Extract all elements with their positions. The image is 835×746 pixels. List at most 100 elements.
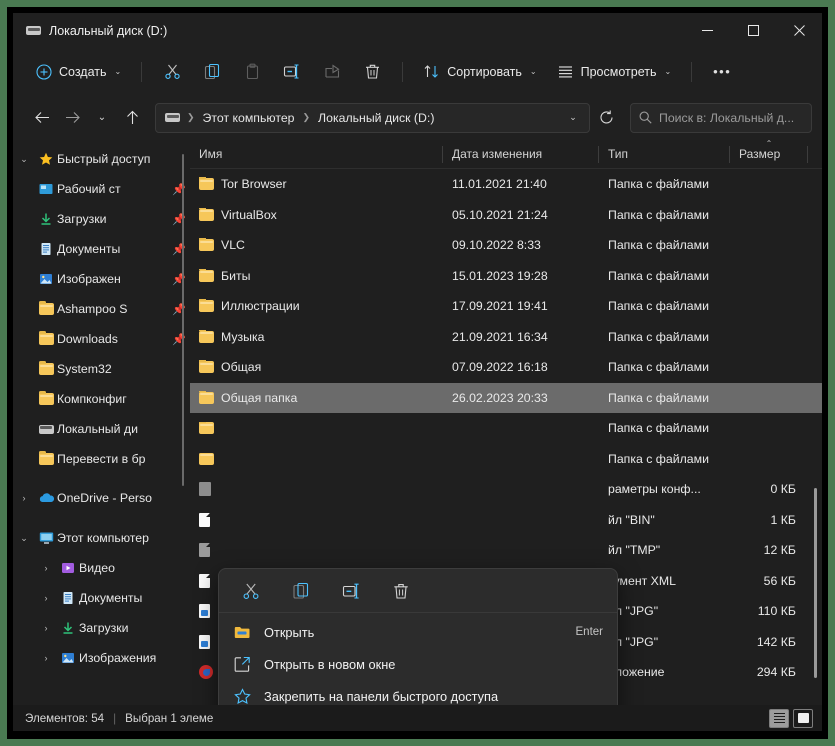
share-button[interactable] [313,56,351,88]
sidebar-item-video[interactable]: › Видео [13,553,190,583]
context-menu-item-open-new-window-label: Открыть в новом окне [264,656,396,672]
sidebar-item-downloads-pc[interactable]: › Загрузки [13,613,190,643]
more-button[interactable]: ••• [703,56,741,88]
folder-icon-kompkonfig [35,390,57,405]
table-row-selected[interactable]: Общая папка 26.02.2023 20:33 Папка с фай… [190,382,822,413]
column-header-size-label: Размер [739,147,781,161]
recent-locations-button[interactable]: ⌄ [87,103,117,133]
chevron-right-icon-onedrive[interactable]: › [13,493,35,503]
context-copy-button[interactable] [285,575,317,607]
forward-button[interactable] [57,103,87,133]
column-header-type[interactable]: Тип [599,140,730,169]
table-row[interactable]: Иллюстрации 17.09.2021 19:41 Папка с фай… [190,291,822,322]
breadcrumb-item-0[interactable]: Этот компьютер [200,109,298,127]
chevron-right-icon-pictures-pc[interactable]: › [35,653,57,663]
sidebar-scrollbar[interactable] [182,154,184,486]
sidebar-item-documents-pc-label: Документы [79,591,143,605]
view-button[interactable]: Просмотреть ⌄ [548,56,681,88]
copy-button[interactable] [193,56,231,88]
context-menu-item-open[interactable]: Открыть Enter [219,616,617,648]
column-header-size[interactable]: ⌃ Размер [730,140,808,169]
status-selection: Выбран 1 элеме [125,711,214,725]
cut-button[interactable] [153,56,191,88]
row-type-cell: Папка с файлами [608,207,709,222]
file-icon [199,573,210,588]
list-view-icon[interactable] [769,708,789,728]
sidebar-item-kompkonfig[interactable]: Компконфиг [13,384,190,414]
sidebar-item-documents-pc[interactable]: › Документы [13,583,190,613]
sidebar-item-system32[interactable]: System32 [13,354,190,384]
minimize-button[interactable] [684,13,730,48]
column-header-date[interactable]: Дата изменения [443,140,599,169]
row-date-cell: 05.10.2021 21:24 [452,207,548,222]
row-size-cell: 12 КБ [763,543,796,558]
context-delete-button[interactable] [385,575,417,607]
address-bar[interactable]: ❯ Этот компьютер ❯ Локальный диск (D:) ⌄ [155,102,590,133]
tiles-view-box [797,713,809,723]
back-button[interactable] [27,103,57,133]
column-header-name[interactable]: Имя [190,140,443,169]
status-divider: | [113,711,117,725]
sidebar-item-documents[interactable]: Документы 📌 [13,234,190,264]
sort-button[interactable]: Сортировать ⌄ [414,56,545,88]
context-rename-button[interactable] [335,575,367,607]
close-button[interactable] [776,13,822,48]
sidebar-item-translate[interactable]: Перевести в бр [13,444,190,474]
refresh-button[interactable] [592,104,620,132]
maximize-button[interactable] [730,13,776,48]
table-row[interactable]: Общая 07.09.2022 16:18 Папка с файлами [190,352,822,383]
breadcrumb: ❯ Этот компьютер ❯ Локальный диск (D:) [165,109,561,127]
rename-button[interactable] [273,56,311,88]
delete-button[interactable] [353,56,391,88]
context-menu-item-pin-quick-access[interactable]: Закрепить на панели быстрого доступа [219,680,617,705]
sidebar-group-quick-access[interactable]: ⌄ Быстрый доступ [13,144,190,174]
context-menu-quick-actions [219,569,617,613]
nav-gap-1 [13,474,190,483]
up-button[interactable] [117,103,147,133]
chevron-down-icon-quick[interactable]: ⌄ [13,154,35,165]
tiles-view-icon[interactable] [793,708,813,728]
search-box[interactable]: Поиск в: Локальный д... [630,102,812,133]
sidebar-item-pictures[interactable]: Изображен 📌 [13,264,190,294]
address-dropdown-icon[interactable]: ⌄ [561,105,585,131]
sidebar-item-desktop[interactable]: Рабочий ст 📌 [13,174,190,204]
table-row[interactable]: Tor Browser 11.01.2021 21:40 Папка с фай… [190,169,822,200]
row-name-cell [190,482,443,497]
table-row[interactable]: Биты 15.01.2023 19:28 Папка с файлами [190,261,822,292]
row-type-cell: иложение [608,665,665,680]
sidebar-group-onedrive[interactable]: › OneDrive - Perso [13,483,190,513]
paste-button[interactable] [233,56,271,88]
sidebar-item-downloads-label: Загрузки [57,212,107,226]
table-row[interactable]: йл "TMP" 12 КБ [190,535,822,566]
table-row[interactable]: йл "BIN" 1 КБ [190,505,822,536]
address-bar-row: ⌄ ❯ Этот компьютер ❯ Локальный диск (D:)… [13,95,822,140]
table-row[interactable]: Музыка 21.09.2021 16:34 Папка с файлами [190,322,822,353]
table-row[interactable]: раметры конф... 0 КБ [190,474,822,505]
search-input[interactable]: Поиск в: Локальный д... [659,111,794,125]
chevron-right-icon-video[interactable]: › [35,563,57,573]
sidebar-item-ashampoo[interactable]: Ashampoo S 📌 [13,294,190,324]
chevron-down-icon-this-pc[interactable]: ⌄ [13,533,35,544]
toolbar-separator-3 [691,61,693,82]
sidebar-group-this-pc[interactable]: ⌄ Этот компьютер [13,523,190,553]
sidebar-item-pictures-pc[interactable]: › Изображения [13,643,190,673]
chevron-right-icon-documents-pc[interactable]: › [35,593,57,603]
table-row[interactable]: VLC 09.10.2022 8:33 Папка с файлами [190,230,822,261]
sidebar-item-downloads-en[interactable]: Downloads 📌 [13,324,190,354]
image-icon [199,604,210,619]
sidebar-item-local-disk[interactable]: Локальный ди [13,414,190,444]
file-list-scrollbar[interactable] [814,488,817,678]
table-row[interactable]: Папка с файлами [190,413,822,444]
table-row[interactable]: Папка с файлами [190,444,822,475]
table-row[interactable]: VirtualBox 05.10.2021 21:24 Папка с файл… [190,200,822,231]
sidebar-item-documents-label: Документы [57,242,121,256]
chevron-right-icon-downloads-pc[interactable]: › [35,623,57,633]
title-bar: Локальный диск (D:) [13,13,822,48]
context-cut-button[interactable] [235,575,267,607]
new-button[interactable]: Создать ⌄ [27,56,130,88]
video-icon [57,561,79,575]
breadcrumb-item-1[interactable]: Локальный диск (D:) [315,109,437,127]
context-menu-item-open-new-window[interactable]: Открыть в новом окне [219,648,617,680]
sidebar-item-downloads[interactable]: Загрузки 📌 [13,204,190,234]
chevron-down-icon-recent: ⌄ [97,112,107,123]
